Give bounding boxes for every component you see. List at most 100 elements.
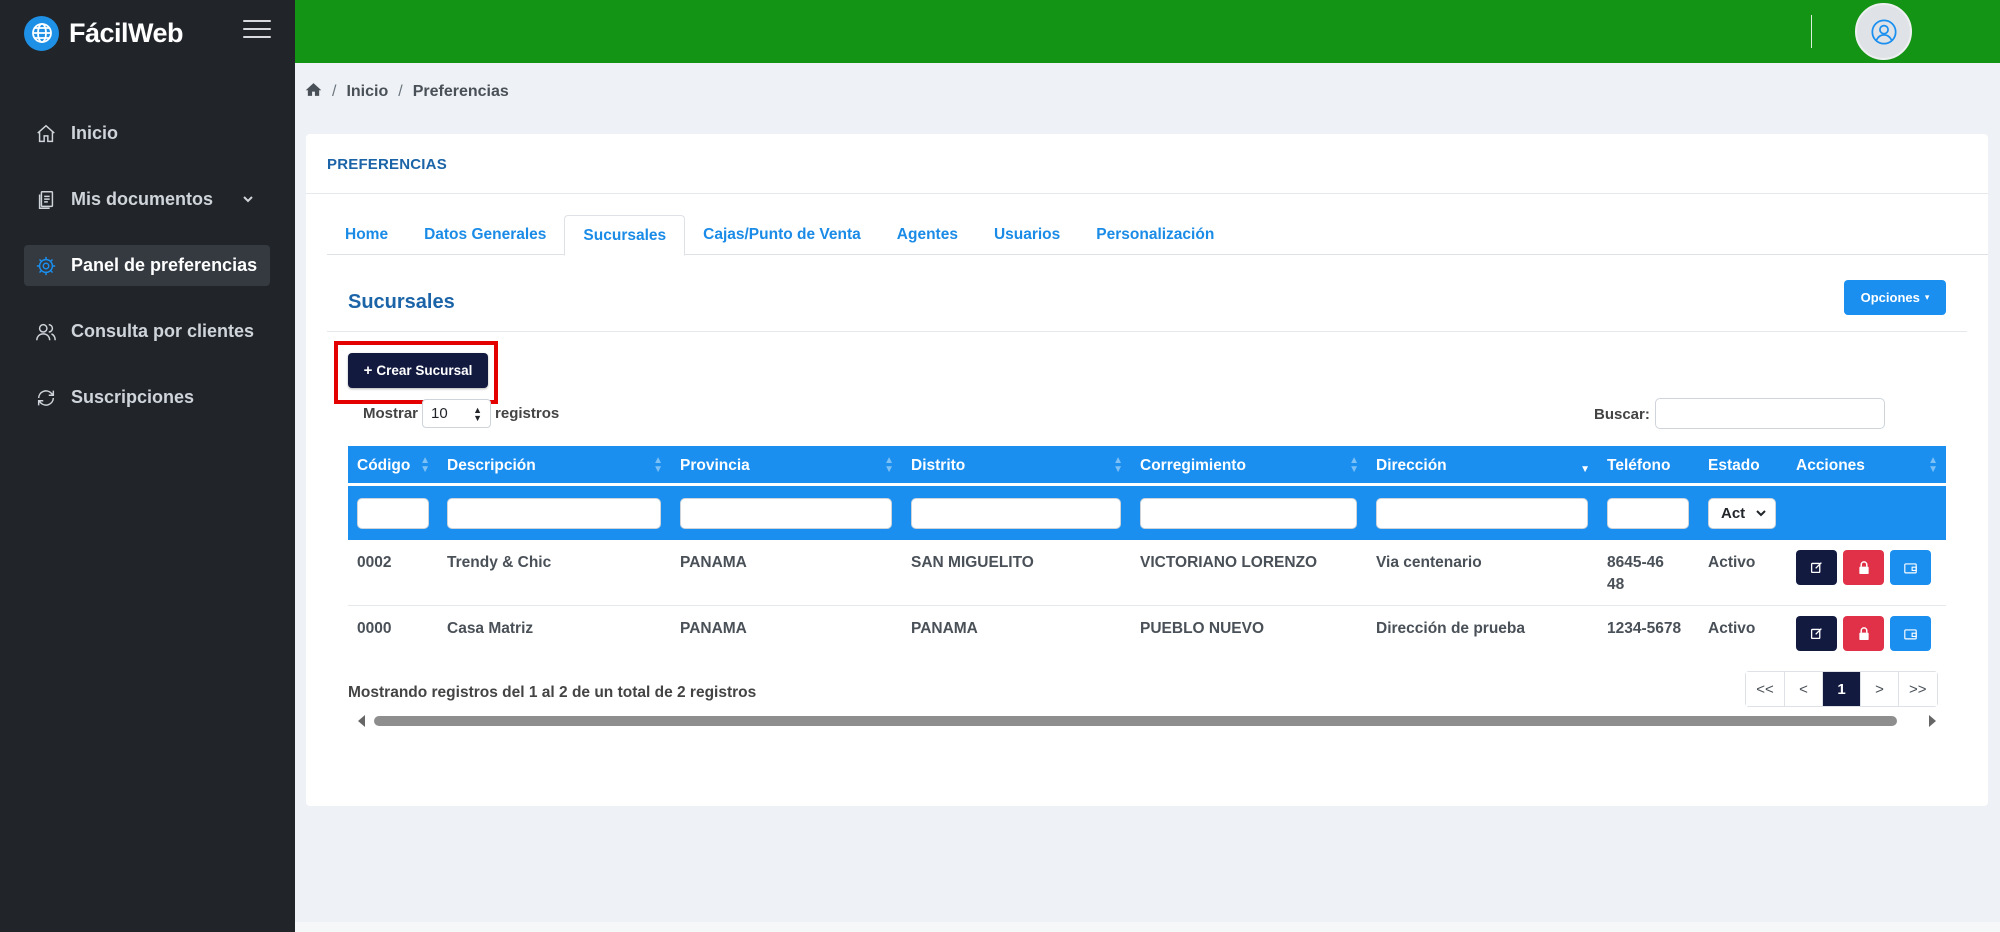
sort-desc-icon: ▼ <box>1580 464 1590 475</box>
cell-telefono: 8645-4648 <box>1607 554 1664 593</box>
cell-telefono: 1234-5678 <box>1607 620 1682 637</box>
scroll-left-arrow[interactable] <box>358 715 365 727</box>
user-icon <box>1870 18 1897 45</box>
cell-provincia: PANAMA <box>680 620 747 637</box>
page-length-control: Mostrar 10 ▲ ▼ registros <box>363 399 559 428</box>
column-header-direccion[interactable]: Dirección ▼ <box>1367 446 1598 486</box>
sidebar-nav: Inicio Mis documentos Panel de preferenc… <box>24 113 270 443</box>
page-length-select[interactable]: 10 ▲ ▼ <box>422 399 492 428</box>
cell-estado: Activo <box>1708 554 1756 571</box>
page-current-button[interactable]: 1 <box>1822 672 1860 706</box>
column-label: Distrito <box>911 457 966 474</box>
sort-icon: ▲ ▼ <box>884 455 894 475</box>
wallet-button[interactable] <box>1890 550 1931 585</box>
table-row: 0002 Trendy & Chic PANAMA SAN MIGUELITO … <box>348 540 1946 606</box>
table-info: Mostrando registros del 1 al 2 de un tot… <box>348 684 757 701</box>
header-divider <box>1811 15 1812 48</box>
sidebar-item-panel-preferencias[interactable]: Panel de preferencias <box>24 245 270 286</box>
page-first-button[interactable]: << <box>1746 672 1784 706</box>
column-header-telefono[interactable]: Teléfono <box>1598 446 1699 486</box>
brand[interactable]: FácilWeb <box>24 15 184 51</box>
cell-corregimiento: VICTORIANO LORENZO <box>1140 554 1318 571</box>
sidebar-item-inicio[interactable]: Inicio <box>24 113 270 154</box>
column-header-provincia[interactable]: Provincia ▲ ▼ <box>671 446 902 486</box>
column-label: Acciones <box>1796 457 1865 474</box>
page-last-button[interactable]: >> <box>1898 672 1937 706</box>
sidebar-item-consulta-clientes[interactable]: Consulta por clientes <box>24 311 270 352</box>
column-label: Dirección <box>1376 457 1447 474</box>
tab-sucursales[interactable]: Sucursales <box>564 215 686 256</box>
cell-direccion: Dirección de prueba <box>1376 620 1526 637</box>
card-title: PREFERENCIAS <box>327 156 447 173</box>
chevron-down-icon <box>1756 510 1766 517</box>
breadcrumb-separator: / <box>332 83 337 100</box>
lock-icon <box>1858 627 1869 640</box>
sort-icon: ▲ ▼ <box>1113 455 1123 475</box>
filter-provincia-input[interactable] <box>680 497 892 529</box>
menu-toggle-icon[interactable] <box>243 20 271 40</box>
search-input[interactable] <box>1655 398 1885 429</box>
tab-usuarios[interactable]: Usuarios <box>976 215 1078 255</box>
options-button[interactable]: Opciones ▾ <box>1844 280 1946 315</box>
table-header: Código ▲ ▼ Descripción ▲ ▼ Provincia ▲ ▼ Distr… <box>348 446 1946 486</box>
filter-cell <box>1598 486 1699 540</box>
sidebar-item-suscripciones[interactable]: Suscripciones <box>24 377 270 418</box>
column-header-corregimiento[interactable]: Corregimiento ▲ ▼ <box>1131 446 1367 486</box>
top-header <box>295 0 2000 63</box>
tab-agentes[interactable]: Agentes <box>879 215 976 255</box>
scroll-thumb[interactable] <box>374 716 1897 726</box>
edit-button[interactable] <box>1796 616 1837 651</box>
home-icon[interactable] <box>305 82 322 102</box>
tab-datos-generales[interactable]: Datos Generales <box>406 215 564 255</box>
column-header-descripcion[interactable]: Descripción ▲ ▼ <box>438 446 671 486</box>
filter-direccion-input[interactable] <box>1376 497 1588 529</box>
page-prev-button[interactable]: < <box>1784 672 1822 706</box>
cell-distrito: SAN MIGUELITO <box>911 554 1034 571</box>
sort-icon: ▲ ▼ <box>653 455 663 475</box>
filter-estado-select[interactable]: Act <box>1708 497 1776 529</box>
column-label: Descripción <box>447 457 536 474</box>
brand-name: FácilWeb <box>69 17 184 48</box>
sort-updown-icon: ▲ ▼ <box>473 404 483 423</box>
filter-distrito-input[interactable] <box>911 497 1121 529</box>
section-divider <box>327 331 1967 332</box>
cell-codigo: 0002 <box>357 554 392 571</box>
users-icon <box>34 320 58 344</box>
page-next-button[interactable]: > <box>1860 672 1898 706</box>
sort-icon: ▲ ▼ <box>420 455 430 475</box>
wallet-button[interactable] <box>1890 616 1931 651</box>
column-header-distrito[interactable]: Distrito ▲ ▼ <box>902 446 1131 486</box>
cell-acciones <box>1787 540 1946 605</box>
filter-cell <box>438 486 671 540</box>
sidebar-item-mis-documentos[interactable]: Mis documentos <box>24 179 270 220</box>
filter-codigo-input[interactable] <box>357 497 429 529</box>
breadcrumb-inicio[interactable]: Inicio <box>346 83 388 101</box>
filter-cell <box>1131 486 1367 540</box>
wallet-icon <box>1904 562 1917 573</box>
column-header-acciones[interactable]: Acciones ▲ ▼ <box>1787 446 1946 486</box>
scroll-right-arrow[interactable] <box>1929 715 1936 727</box>
filter-descripcion-input[interactable] <box>447 497 661 529</box>
lock-button[interactable] <box>1843 616 1884 651</box>
tab-home[interactable]: Home <box>327 215 406 255</box>
user-avatar[interactable] <box>1855 3 1912 60</box>
column-header-codigo[interactable]: Código ▲ ▼ <box>348 446 438 486</box>
filter-cell <box>902 486 1131 540</box>
preferences-tabs: Home Datos Generales Sucursales Cajas/Pu… <box>327 215 1988 256</box>
sucursales-table: Código ▲ ▼ Descripción ▲ ▼ Provincia ▲ ▼ Distr… <box>348 446 1946 664</box>
cell-estado: Activo <box>1708 620 1756 637</box>
refresh-icon <box>34 386 58 410</box>
records-label: registros <box>495 405 560 422</box>
tab-cajas-punto-venta[interactable]: Cajas/Punto de Venta <box>685 215 879 255</box>
edit-button[interactable] <box>1796 550 1837 585</box>
breadcrumb-current: Preferencias <box>412 83 509 100</box>
lock-button[interactable] <box>1843 550 1884 585</box>
horizontal-scrollbar[interactable] <box>358 713 1946 729</box>
filter-corregimiento-input[interactable] <box>1140 497 1357 529</box>
home-icon <box>34 122 58 146</box>
tab-personalizacion[interactable]: Personalización <box>1078 215 1232 255</box>
filter-telefono-input[interactable] <box>1607 497 1689 529</box>
lock-icon <box>1858 561 1869 574</box>
column-header-estado[interactable]: Estado <box>1699 446 1787 486</box>
page-length-value: 10 <box>431 405 448 422</box>
